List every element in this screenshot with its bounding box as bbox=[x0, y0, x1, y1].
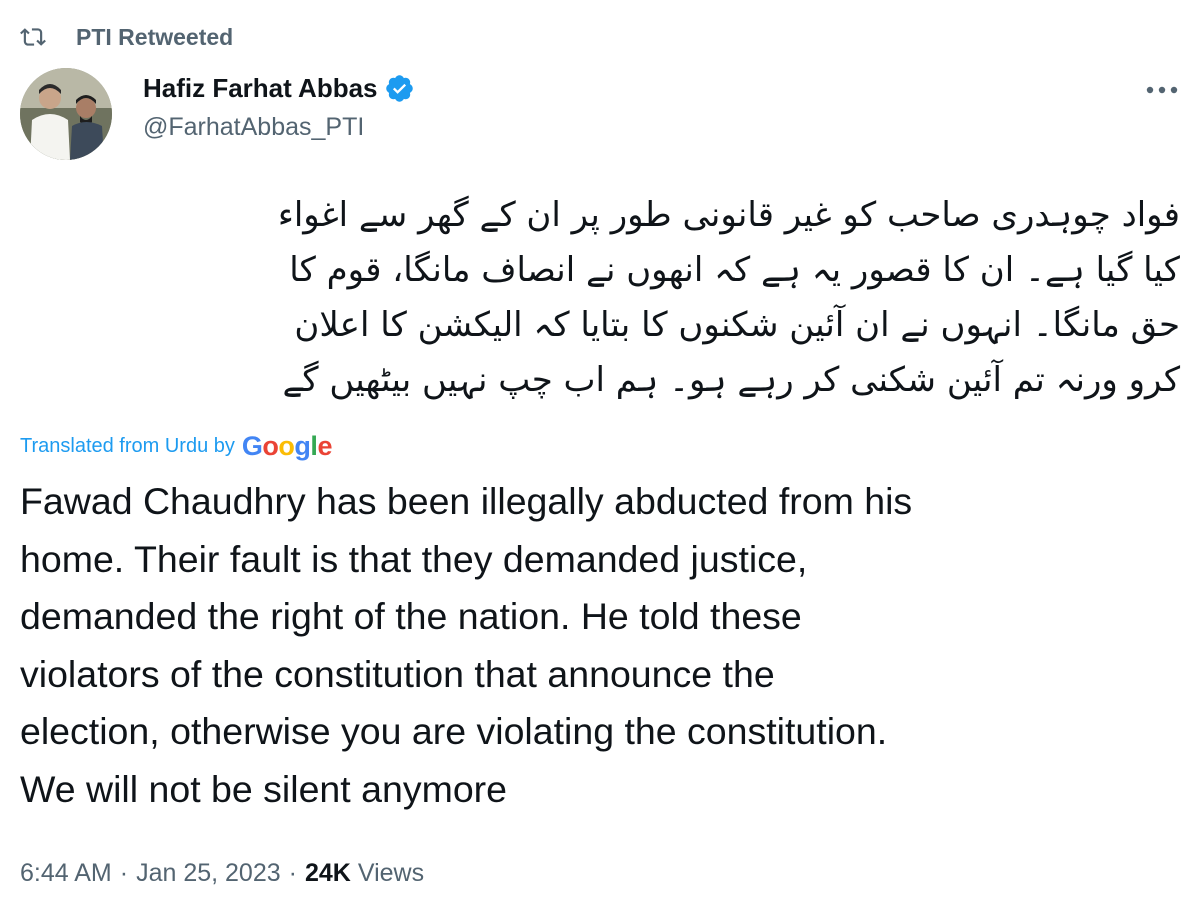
more-options-button[interactable] bbox=[1140, 72, 1184, 108]
views-count: 24K bbox=[304, 858, 351, 887]
retweeted-by-label[interactable]: PTI Retweeted bbox=[76, 24, 233, 51]
translation-line: election, otherwise you are violating th… bbox=[20, 710, 888, 752]
tweet-text-line: حق مانگا۔ انہوں نے ان آئین شکنوں کا بتای… bbox=[294, 305, 1180, 345]
meta-separator: · bbox=[288, 858, 297, 887]
tweet-text-translation: Fawad Chaudhry has been illegally abduct… bbox=[20, 473, 1180, 818]
translation-line: We will not be silent anymore bbox=[20, 767, 508, 810]
translation-line: violators of the constitution that annou… bbox=[20, 652, 775, 695]
meta-separator: · bbox=[119, 858, 129, 887]
avatar[interactable] bbox=[20, 68, 112, 160]
author-name[interactable]: Hafiz Farhat Abbas bbox=[143, 73, 378, 104]
translation-line: demanded the right of the nation. He tol… bbox=[20, 595, 802, 637]
tweet-text-line: کرو ورنہ تم آئین شکنی کر رہے ہو۔ ہم اب چ… bbox=[282, 360, 1180, 400]
retweet-icon bbox=[20, 24, 46, 50]
tweet-date[interactable]: Jan 25, 2023 bbox=[136, 859, 281, 888]
translation-line: Fawad Chaudhry has been illegally abduct… bbox=[20, 480, 913, 522]
tweet-text-line: کیا گیا ہے۔ ان کا قصور یہ ہے کہ انھوں نے… bbox=[289, 250, 1180, 290]
tweet-text-line: فواد چوہدری صاحب کو غیر قانونی طور پر ان… bbox=[277, 195, 1180, 235]
views-label: Views bbox=[357, 858, 425, 887]
tweet-text-original: فواد چوہدری صاحب کو غیر قانونی طور پر ان… bbox=[20, 188, 1180, 408]
tweet-meta: 6:44 AM · Jan 25, 2023 · 24K Views bbox=[20, 853, 424, 893]
author-name-row: Hafiz Farhat Abbas bbox=[143, 68, 415, 108]
author-handle[interactable]: @FarhatAbbas_PTI bbox=[143, 113, 364, 142]
google-logo: Google bbox=[241, 430, 333, 461]
translation-attribution[interactable]: Translated from Urdu by Google bbox=[20, 429, 332, 463]
retweet-header: PTI Retweeted bbox=[20, 22, 233, 52]
translated-from-label: Translated from Urdu by bbox=[20, 434, 235, 457]
more-options-icon bbox=[1146, 86, 1178, 94]
verified-badge-icon bbox=[384, 73, 415, 104]
tweet-time[interactable]: 6:44 AM bbox=[20, 859, 112, 888]
translation-line: home. Their fault is that they demanded … bbox=[20, 537, 808, 580]
